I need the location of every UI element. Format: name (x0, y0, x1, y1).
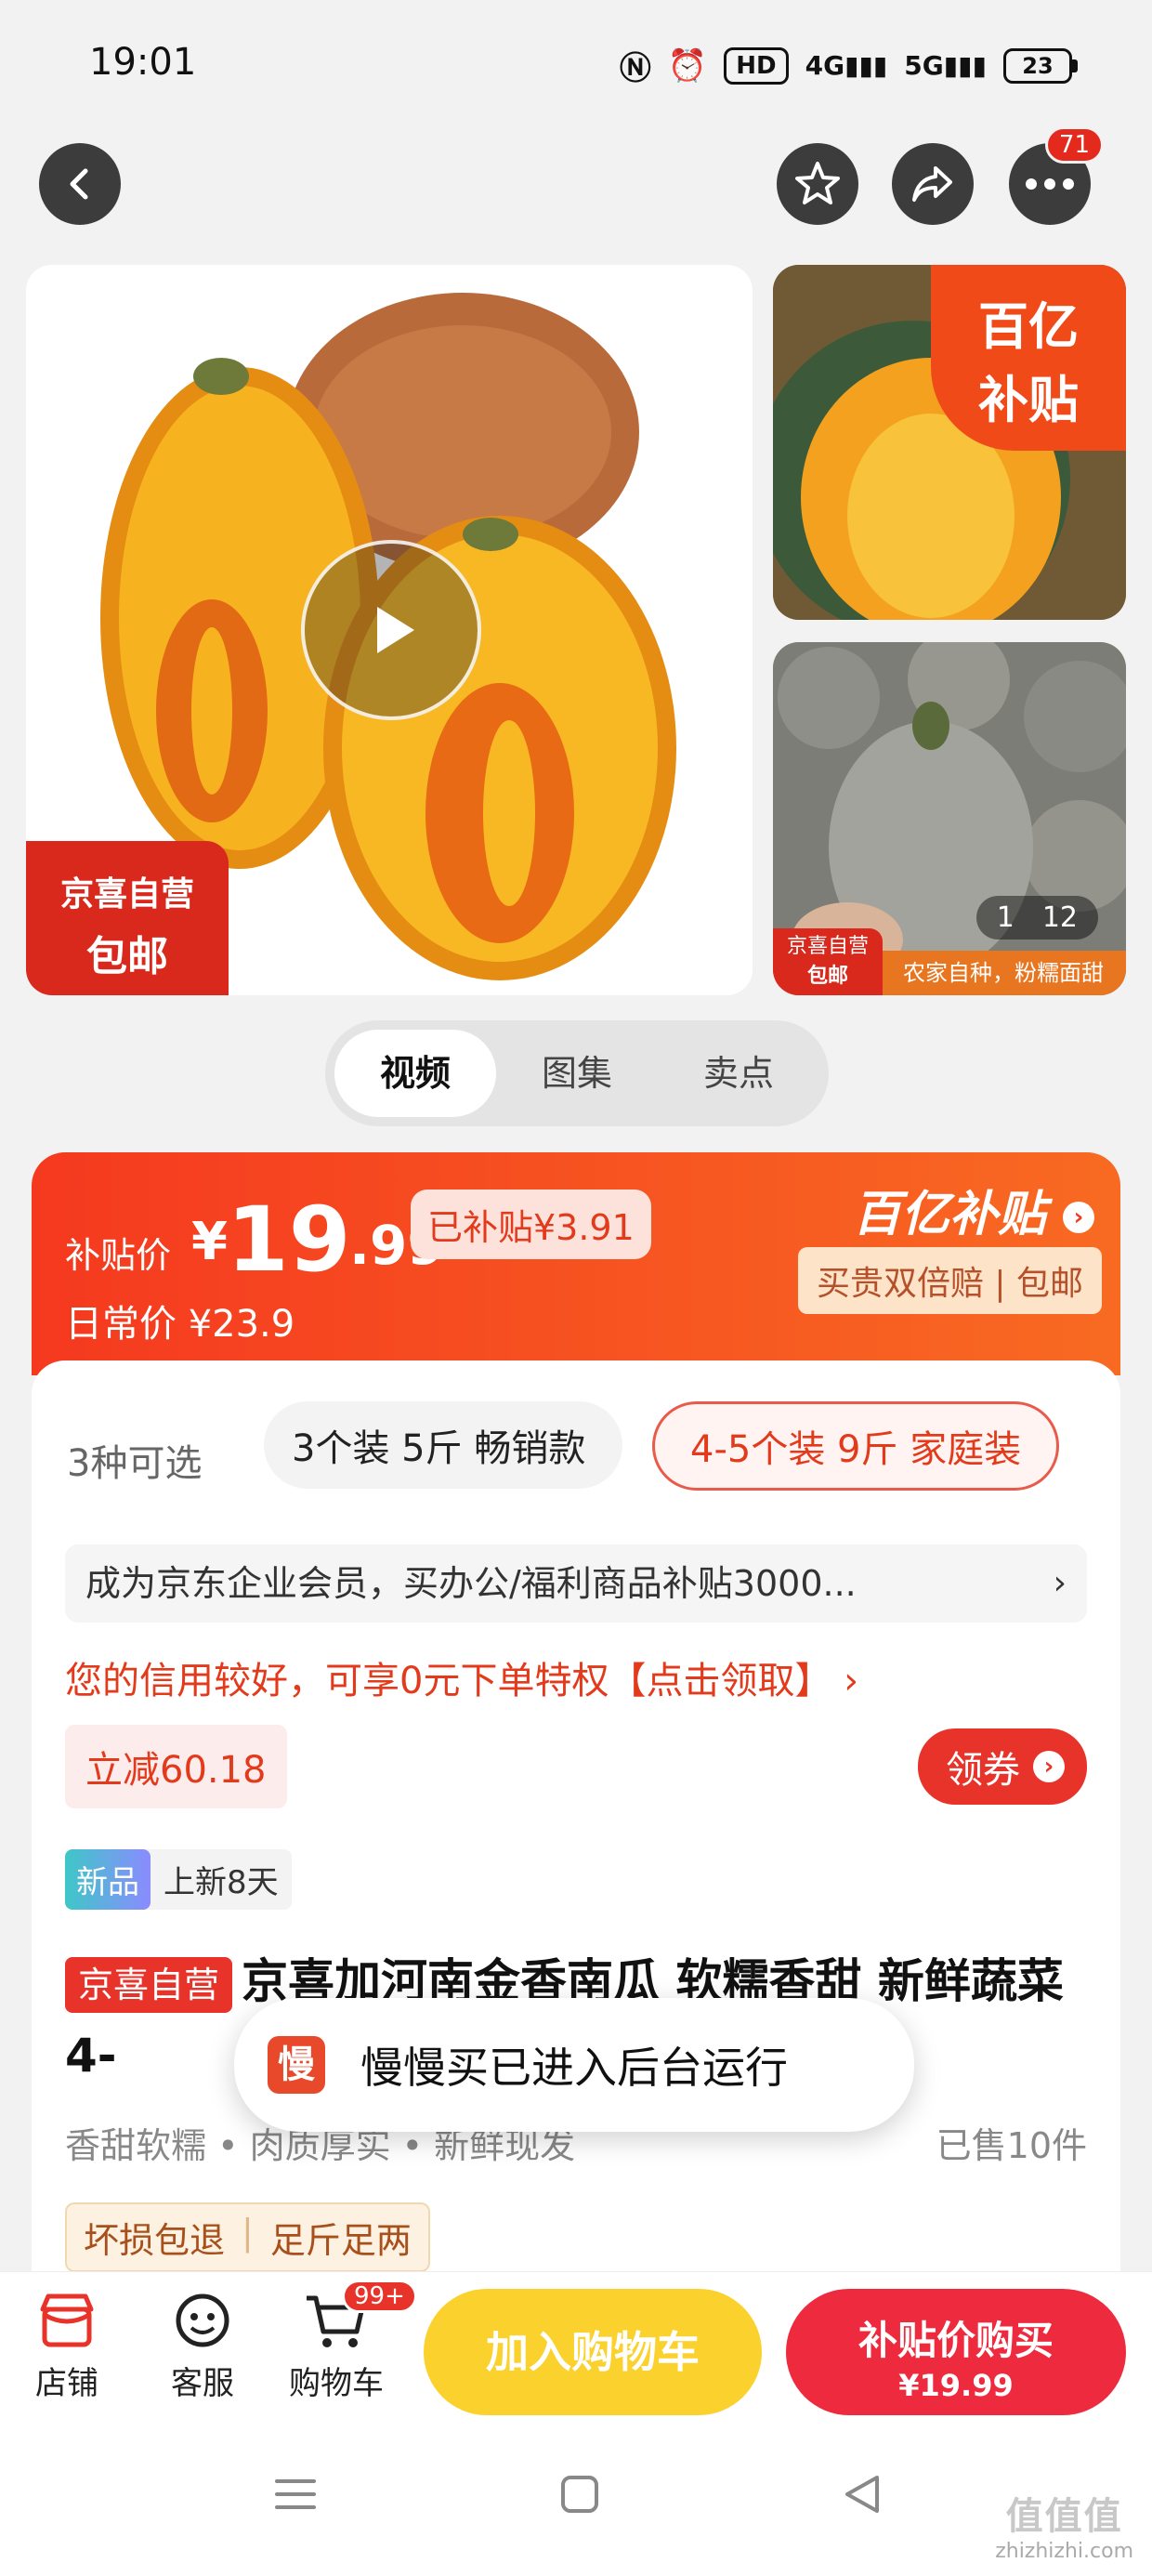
home-icon[interactable] (559, 2474, 600, 2515)
hd-icon: HD (724, 46, 789, 85)
guarantee-full-weight: 足斤足两 (269, 2220, 412, 2261)
cart-badge: 99+ (342, 2280, 417, 2313)
menu-icon[interactable] (275, 2474, 316, 2515)
customer-service-button[interactable]: 客服 (147, 2291, 258, 2403)
product-detail-card: 3种可选 3个装 5斤 畅销款 4-5个装 9斤 家庭装 成为京东企业会员，买办… (32, 1360, 1120, 2272)
tab-video[interactable]: 视频 (334, 1030, 496, 1117)
new-product-tag: 新品 上新8天 (65, 1849, 292, 1910)
play-video-button[interactable] (301, 540, 481, 720)
product-gallery: 京喜自营 包邮 百亿 补贴 农家自种，粉糯面甜 京喜自营 包邮 1 12 (26, 265, 1126, 995)
option-count: 3种可选 (67, 1442, 203, 1485)
media-tabs: 视频 图集 卖点 (325, 1020, 829, 1126)
chevron-right-icon: › (1053, 1564, 1067, 1602)
battery-level: 23 (1003, 47, 1072, 84)
buy-now-button[interactable]: 补贴价购买 ¥19.99 (786, 2289, 1126, 2415)
add-to-cart-button[interactable]: 加入购物车 (424, 2289, 762, 2415)
play-icon (377, 607, 414, 653)
favorite-button[interactable] (777, 143, 858, 225)
daily-price: 日常价 ¥23.9 (65, 1303, 295, 1346)
background-running-toast: 慢 慢慢买已进入后台运行 (234, 1998, 914, 2132)
guarantee-damage-refund: 坏损包退 (84, 2220, 226, 2261)
price-card: 补贴价 ¥ 19 .99 已补贴¥3.91 日常价 ¥23.9 百亿补贴 › 买… (32, 1152, 1120, 1375)
instant-discount-badge: 立减60.18 (65, 1725, 287, 1808)
subsidy-program-link[interactable]: 百亿补贴 › (853, 1175, 1094, 1244)
price-guarantee: 买贵双倍赔 | 包邮 (797, 1247, 1102, 1314)
side-image-top[interactable]: 百亿 补贴 (773, 265, 1126, 620)
chevron-right-icon: › (1063, 1202, 1094, 1233)
price-integer: 19 (227, 1188, 351, 1292)
credit-privilege-link[interactable]: 您的信用较好，可享0元下单特权【点击领取】 › (65, 1650, 858, 1704)
counter-current: 1 (996, 901, 1015, 934)
tab-selling-points[interactable]: 卖点 (658, 1030, 819, 1117)
more-badge: 71 (1044, 126, 1104, 164)
status-time: 19:01 (89, 41, 197, 84)
manmanmai-app-icon: 慢 (268, 2036, 325, 2094)
image-counter: 1 12 (975, 896, 1098, 940)
get-coupon-button[interactable]: 领券 › (918, 1728, 1087, 1805)
bottom-action-bar: 店铺 客服 99+ 购物车 加入购物车 补贴价购买 ¥19.99 (0, 2271, 1152, 2420)
battery-icon: 23 (1003, 47, 1078, 84)
main-product-image[interactable]: 京喜自营 包邮 (26, 265, 753, 995)
toast-text: 慢慢买已进入后台运行 (360, 2043, 788, 2093)
subsidized-amount: 已补贴¥3.91 (411, 1189, 651, 1259)
price-currency: ¥ (191, 1212, 228, 1272)
chat-smile-icon (176, 2293, 229, 2347)
alarm-icon: ⏰ (667, 46, 708, 85)
system-nav-bar: 值值值 zhizhizhi.com (0, 2420, 1152, 2576)
chevron-left-icon (70, 168, 88, 200)
new-badge: 新品 (65, 1849, 151, 1910)
jingxi-selfrun-tag: 京喜自营 包邮 (26, 841, 229, 995)
chevron-right-icon: › (1033, 1751, 1065, 1782)
side-jingxi-tag: 京喜自营 包邮 (773, 928, 883, 995)
store-icon (40, 2293, 94, 2347)
option-family-pack[interactable]: 4-5个装 9斤 家庭装 (652, 1401, 1060, 1491)
store-button[interactable]: 店铺 (11, 2291, 123, 2403)
status-bar: 19:01 Ⓝ ⏰ HD 4G▮▮▮ 5G▮▮▮ 23 (0, 0, 1152, 130)
cart-button[interactable]: 99+ 购物车 (281, 2280, 417, 2403)
share-icon (912, 166, 952, 202)
service-guarantees: 坏损包退 | 足斤足两 (65, 2202, 430, 2272)
new-days: 上新8天 (164, 1864, 279, 1901)
nfc-icon: Ⓝ (619, 50, 651, 87)
store-tag: 京喜自营 (65, 1956, 233, 2013)
watermark: 值值值 zhizhizhi.com (995, 2495, 1133, 2563)
star-icon (795, 162, 840, 204)
status-icons: Ⓝ ⏰ HD 4G▮▮▮ 5G▮▮▮ 23 (620, 43, 1078, 88)
tab-gallery[interactable]: 图集 (496, 1030, 658, 1117)
back-triangle-icon[interactable] (842, 2474, 883, 2515)
option-3pack[interactable]: 3个装 5斤 畅销款 (264, 1401, 623, 1489)
subsidy-corner-badge: 百亿 补贴 (931, 265, 1126, 451)
counter-total: 12 (1041, 901, 1078, 934)
signal-5g-icon: 5G▮▮▮ (904, 50, 987, 81)
more-dots-icon (1026, 178, 1074, 190)
enterprise-member-banner[interactable]: 成为京东企业会员，买办公/福利商品补贴3000... › (65, 1544, 1087, 1623)
signal-4g-icon: 4G▮▮▮ (805, 50, 888, 81)
back-button[interactable] (39, 143, 121, 225)
sold-count: 已售10件 (936, 2125, 1087, 2166)
share-button[interactable] (892, 143, 974, 225)
more-button[interactable]: 71 (1009, 126, 1104, 225)
price-label: 补贴价 (65, 1235, 172, 1276)
side-image-bottom[interactable]: 农家自种，粉糯面甜 京喜自营 包邮 1 12 (773, 642, 1126, 995)
